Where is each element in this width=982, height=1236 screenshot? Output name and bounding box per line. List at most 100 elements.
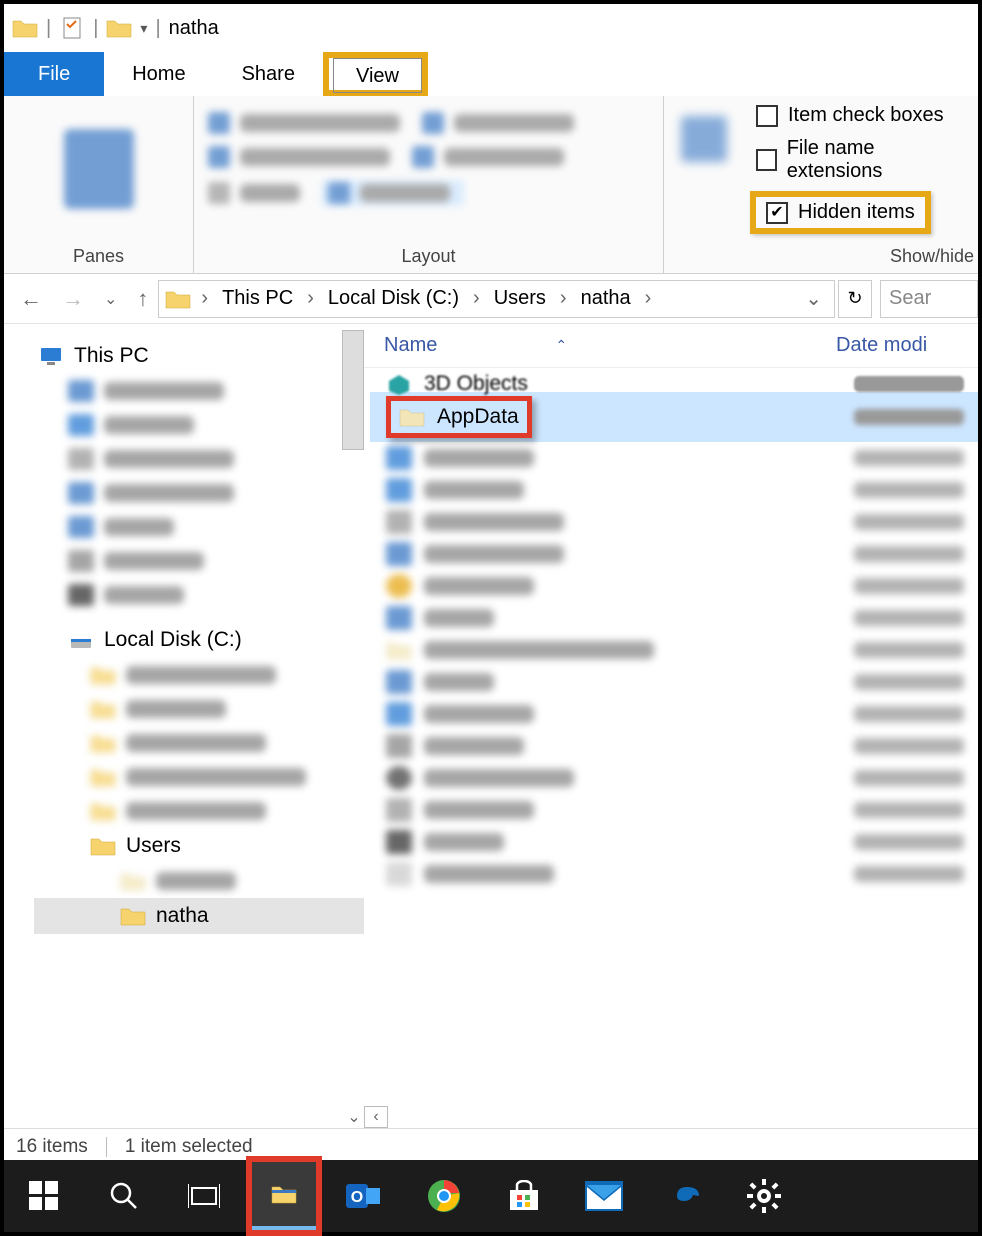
pc-icon (38, 345, 64, 367)
nav-item-blurred[interactable] (34, 544, 364, 578)
chevron-right-icon[interactable]: › (639, 287, 658, 310)
window-title: natha (169, 17, 219, 40)
tab-file[interactable]: File (4, 52, 104, 96)
checkbox-label: Hidden items (798, 201, 915, 224)
store-icon[interactable] (492, 1167, 556, 1225)
folder-icon[interactable] (106, 15, 132, 41)
mail-icon[interactable] (572, 1167, 636, 1225)
file-explorer-taskbar-icon[interactable] (252, 1162, 316, 1230)
crumb-natha[interactable]: natha (577, 285, 635, 312)
nav-local-disk[interactable]: Local Disk (C:) (34, 622, 364, 658)
nav-item-blurred[interactable] (34, 442, 364, 476)
folder-icon (165, 288, 191, 310)
search-input[interactable]: Sear (880, 280, 978, 318)
task-view-icon[interactable] (172, 1167, 236, 1225)
nav-item-blurred[interactable] (34, 578, 364, 612)
chevron-right-icon[interactable]: › (554, 287, 573, 310)
nav-label: This PC (74, 344, 149, 368)
horizontal-scrollbar[interactable]: ‹ (364, 1106, 978, 1128)
checkbox-item-checkboxes[interactable]: Item check boxes (750, 102, 968, 129)
highlight-appdata: AppData (386, 396, 532, 438)
column-date[interactable]: Date modi (836, 334, 966, 357)
nav-buttons: ← → ⌄ ↑ (14, 286, 154, 312)
qat-dropdown-icon[interactable]: ▾ (140, 20, 147, 37)
tab-share[interactable]: Share (214, 52, 323, 96)
nav-item-blurred[interactable] (34, 476, 364, 510)
refresh-button[interactable]: ↻ (838, 280, 872, 318)
nav-label: Users (126, 834, 181, 858)
file-row-blurred[interactable] (370, 698, 978, 730)
file-row-blurred[interactable] (370, 538, 978, 570)
file-list-pane[interactable]: Name ⌃ Date modi 3D Objects AppData (364, 324, 978, 1128)
nav-item-blurred[interactable] (34, 794, 364, 828)
file-row-blurred[interactable] (370, 506, 978, 538)
separator: | (46, 17, 51, 40)
nav-item-blurred[interactable] (34, 658, 364, 692)
scroll-left-icon[interactable]: ‹ (364, 1106, 388, 1128)
crumb-this-pc[interactable]: This PC (218, 285, 297, 312)
crumb-users[interactable]: Users (490, 285, 550, 312)
file-row-blurred[interactable] (370, 442, 978, 474)
forward-button[interactable]: → (62, 286, 84, 312)
checkbox-icon (756, 105, 778, 127)
address-dropdown-icon[interactable]: ⌄ (799, 286, 828, 311)
ribbon-tabs: File Home Share View (4, 52, 978, 96)
chevron-right-icon[interactable]: › (195, 287, 214, 310)
file-row-blurred[interactable] (370, 570, 978, 602)
nav-this-pc[interactable]: This PC (34, 338, 364, 374)
chrome-icon[interactable] (412, 1167, 476, 1225)
crumb-local-disk[interactable]: Local Disk (C:) (324, 285, 463, 312)
back-button[interactable]: ← (20, 286, 42, 312)
tab-view[interactable]: View (333, 58, 422, 93)
nav-item-blurred[interactable] (34, 408, 364, 442)
tab-home[interactable]: Home (104, 52, 213, 96)
checkbox-icon[interactable] (766, 202, 788, 224)
nav-natha[interactable]: natha (34, 898, 364, 934)
nav-item-blurred[interactable] (34, 692, 364, 726)
folder-icon (90, 835, 116, 857)
file-row-3d-objects[interactable]: 3D Objects (370, 368, 978, 396)
file-row-blurred[interactable] (370, 730, 978, 762)
file-row-appdata[interactable]: AppData (370, 392, 978, 442)
highlight-view-tab: View (323, 52, 428, 96)
chevron-right-icon[interactable]: › (301, 287, 320, 310)
search-icon[interactable] (92, 1167, 156, 1225)
file-row-blurred[interactable] (370, 474, 978, 506)
ribbon-group-current (664, 96, 744, 273)
scroll-down-icon[interactable]: ⌄ (344, 1106, 364, 1128)
start-button[interactable] (12, 1167, 76, 1225)
nav-item-blurred[interactable] (34, 760, 364, 794)
file-row-blurred[interactable] (370, 602, 978, 634)
file-row-blurred[interactable] (370, 794, 978, 826)
chevron-right-icon[interactable]: › (467, 287, 486, 310)
outlook-icon[interactable]: O (332, 1167, 396, 1225)
nav-item-blurred[interactable] (34, 510, 364, 544)
layout-body-blurred (194, 96, 663, 242)
nav-item-blurred[interactable] (34, 374, 364, 408)
layout-label: Layout (194, 242, 663, 273)
checkbox-file-extensions[interactable]: File name extensions (750, 135, 968, 185)
nav-item-blurred[interactable] (34, 726, 364, 760)
panes-label: Panes (4, 242, 193, 273)
column-label: Name (384, 334, 437, 357)
column-name[interactable]: Name ⌃ (384, 334, 836, 357)
navigation-pane[interactable]: This PC Local Disk (C:) Use (4, 324, 364, 1128)
breadcrumb[interactable]: › This PC › Local Disk (C:) › Users › na… (158, 280, 835, 318)
file-row-blurred[interactable] (370, 858, 978, 890)
file-row-blurred[interactable] (370, 634, 978, 666)
ribbon-group-panes: Panes (4, 96, 194, 273)
status-bar: 16 items 1 item selected (4, 1128, 978, 1164)
file-row-blurred[interactable] (370, 666, 978, 698)
nav-users[interactable]: Users (34, 828, 364, 864)
recent-dropdown-icon[interactable]: ⌄ (104, 289, 117, 309)
properties-icon[interactable] (59, 15, 85, 41)
folder-icon (120, 905, 146, 927)
file-row-blurred[interactable] (370, 826, 978, 858)
nav-item-blurred[interactable] (34, 864, 364, 898)
edge-icon[interactable] (652, 1167, 716, 1225)
folder-icon (12, 15, 38, 41)
up-button[interactable]: ↑ (137, 286, 148, 312)
settings-icon[interactable] (732, 1167, 796, 1225)
separator: | (93, 17, 98, 40)
file-row-blurred[interactable] (370, 762, 978, 794)
